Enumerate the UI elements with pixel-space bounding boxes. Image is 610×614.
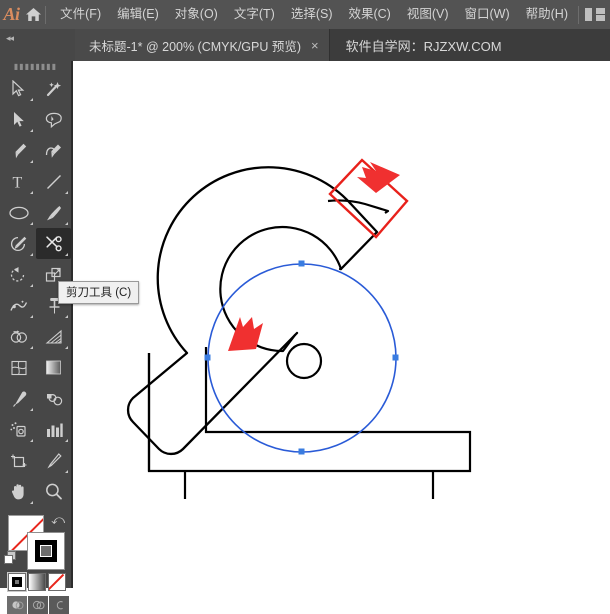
draw-mode-row <box>0 591 71 614</box>
promo-title: 软件自学网：RJZXW.COM <box>345 38 502 54</box>
tool-expand-corner-icon <box>30 191 33 194</box>
tool-expand-corner-icon <box>30 501 33 504</box>
artboard-tool[interactable] <box>1 445 36 476</box>
selection-tool[interactable] <box>1 73 36 104</box>
tool-expand-corner-icon <box>30 160 33 163</box>
anchor-top[interactable] <box>298 260 305 267</box>
document-tab-bar: ◂◂ 未标题-1* @ 200% (CMYK/GPU 预览) × 软件自学网：R… <box>0 29 610 61</box>
tool-expand-corner-icon <box>65 222 68 225</box>
svg-text:T: T <box>12 175 22 191</box>
blend-tool[interactable] <box>36 383 71 414</box>
adobe-illustrator-logo: Ai <box>3 4 21 24</box>
anchor-left[interactable] <box>204 354 211 361</box>
tool-tooltip: 剪刀工具 (C) <box>58 281 140 304</box>
type-tool[interactable]: T <box>1 166 36 197</box>
menu-item-help[interactable]: 帮助(H) <box>518 0 576 29</box>
tool-expand-corner-icon <box>30 408 33 411</box>
curvature-tool[interactable] <box>36 135 71 166</box>
menu-item-view[interactable]: 视图(V) <box>399 0 457 29</box>
tool-expand-corner-icon <box>30 346 33 349</box>
tools-panel: ▮▮▮▮▮▮▮▮ T ⤺ 剪刀工具 (C) <box>0 61 140 614</box>
panel-collapse-button[interactable]: ◂◂ <box>0 29 75 61</box>
tool-expand-corner-icon <box>30 315 33 318</box>
pen-tool[interactable] <box>1 135 36 166</box>
anchor-right[interactable] <box>392 354 399 361</box>
tab-title: 未标题-1* @ 200% (CMYK/GPU 预览) <box>89 39 302 54</box>
hub-hole-circle[interactable] <box>285 342 323 380</box>
menu-item-type[interactable]: 文字(T) <box>226 0 283 29</box>
gradient-tool[interactable] <box>36 352 71 383</box>
mesh-tool[interactable] <box>1 352 36 383</box>
draw-normal-button[interactable] <box>7 596 27 614</box>
stroke-swatch[interactable] <box>28 533 64 569</box>
anchor-bottom[interactable] <box>298 448 305 455</box>
ellipse-tool[interactable] <box>1 197 36 228</box>
perspective-grid-tool[interactable] <box>36 321 71 352</box>
menubar-right-controls <box>576 5 610 24</box>
close-icon[interactable]: × <box>311 39 319 52</box>
rotate-tool[interactable] <box>1 259 36 290</box>
menu-item-select[interactable]: 选择(S) <box>283 0 341 29</box>
menubar-right-divider <box>578 5 579 24</box>
tool-expand-corner-icon <box>65 470 68 473</box>
draw-inside-button[interactable] <box>49 596 69 614</box>
menu-item-file[interactable]: 文件(F) <box>52 0 109 29</box>
menu-item-object[interactable]: 对象(O) <box>167 0 226 29</box>
menu-bar: Ai 文件(F) 编辑(E) 对象(O) 文字(T) 选择(S) 效果(C) 视… <box>0 0 610 29</box>
direct-selection-tool[interactable] <box>1 104 36 135</box>
draw-behind-button[interactable] <box>28 596 48 614</box>
tool-expand-corner-icon <box>65 253 68 256</box>
magic-wand-tool[interactable] <box>36 73 71 104</box>
menu-item-window[interactable]: 窗口(W) <box>457 0 518 29</box>
tool-expand-corner-icon <box>30 439 33 442</box>
tool-expand-corner-icon <box>30 129 33 132</box>
panel-grip-icon[interactable]: ▮▮▮▮▮▮▮▮ <box>0 61 71 73</box>
line-segment-tool[interactable] <box>36 166 71 197</box>
gradient-mode-button[interactable] <box>28 573 46 591</box>
base-plate-path[interactable] <box>147 347 472 499</box>
default-fill-stroke-icon[interactable] <box>4 551 17 564</box>
width-tool[interactable] <box>1 290 36 321</box>
tab-promo-watermark: 软件自学网：RJZXW.COM <box>330 29 512 61</box>
tool-expand-corner-icon <box>30 98 33 101</box>
collapse-chevron-icon: ◂◂ <box>6 33 14 43</box>
tool-expand-corner-icon <box>65 191 68 194</box>
eyedropper-tool[interactable] <box>1 383 36 414</box>
tool-expand-corner-icon <box>65 346 68 349</box>
anchor-point-group[interactable] <box>204 260 399 455</box>
paintbrush-tool[interactable] <box>36 197 71 228</box>
workspace-switcher-icon[interactable] <box>585 8 605 21</box>
menu-divider <box>45 5 47 24</box>
zoom-tool[interactable] <box>36 476 71 507</box>
column-graph-tool[interactable] <box>36 414 71 445</box>
hand-tool[interactable] <box>1 476 36 507</box>
tool-expand-corner-icon <box>30 284 33 287</box>
shape-builder-tool[interactable] <box>1 321 36 352</box>
fill-stroke-controls: ⤺ <box>0 511 71 569</box>
menu-item-effect[interactable]: 效果(C) <box>340 0 398 29</box>
tab-document-untitled-1[interactable]: 未标题-1* @ 200% (CMYK/GPU 预览) × <box>75 29 330 61</box>
lasso-tool[interactable] <box>36 104 71 135</box>
selected-circle-path[interactable] <box>207 263 397 453</box>
artwork-vector <box>126 158 472 499</box>
volute-outline[interactable] <box>126 166 379 456</box>
menu-item-edit[interactable]: 编辑(E) <box>109 0 167 29</box>
scissors-tool[interactable] <box>36 228 71 259</box>
menu-item-list: 文件(F) 编辑(E) 对象(O) 文字(T) 选择(S) 效果(C) 视图(V… <box>52 0 576 29</box>
tool-expand-corner-icon <box>30 253 33 256</box>
none-mode-button[interactable] <box>48 573 66 591</box>
slice-tool[interactable] <box>36 445 71 476</box>
shaper-tool[interactable] <box>1 228 36 259</box>
symbol-sprayer-tool[interactable] <box>1 414 36 445</box>
tool-expand-corner-icon <box>65 315 68 318</box>
artwork-canvas[interactable] <box>75 61 610 588</box>
home-icon[interactable] <box>23 7 43 22</box>
tool-expand-corner-icon <box>30 222 33 225</box>
tool-expand-corner-icon <box>65 439 68 442</box>
swap-fill-stroke-icon[interactable]: ⤺ <box>51 513 65 526</box>
color-mode-button[interactable] <box>7 572 27 592</box>
